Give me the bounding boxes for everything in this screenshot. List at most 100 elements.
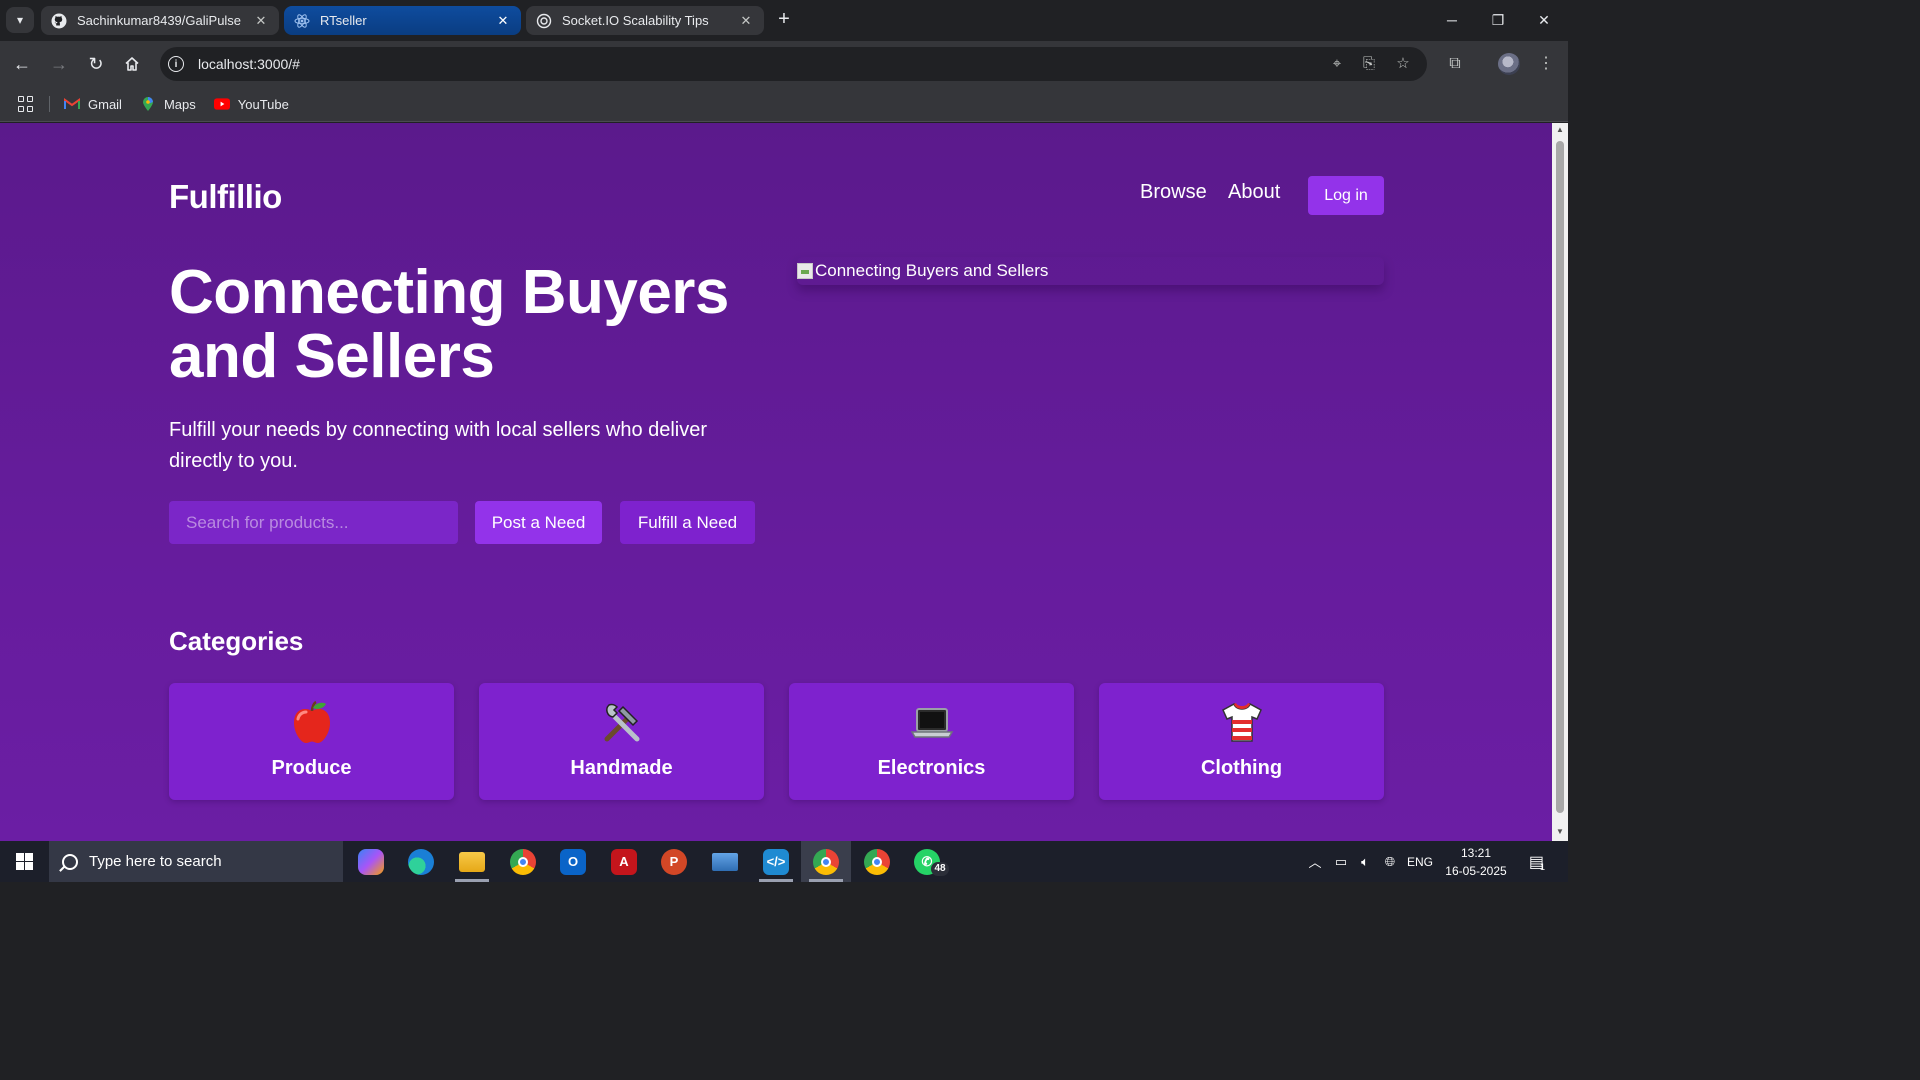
taskbar-powerpoint[interactable]: P xyxy=(649,841,699,882)
notification-center[interactable]: ▤ 1 xyxy=(1520,841,1554,882)
chevron-down-icon: ▾ xyxy=(16,13,24,27)
home-button[interactable] xyxy=(118,50,146,78)
github-icon xyxy=(51,13,67,29)
minimize-button[interactable]: ─ xyxy=(1429,0,1475,40)
forward-button[interactable]: → xyxy=(45,50,73,78)
start-button[interactable] xyxy=(0,841,48,882)
clock-time: 13:21 xyxy=(1460,846,1492,860)
chrome-icon xyxy=(510,848,536,875)
close-icon[interactable]: ✕ xyxy=(495,13,511,29)
react-icon xyxy=(294,13,310,29)
hero-image-alt-text: Connecting Buyers and Sellers xyxy=(815,261,1049,280)
vscode-icon: </> xyxy=(763,848,789,875)
tab-search-button[interactable]: ▾ xyxy=(6,7,34,33)
url-input[interactable] xyxy=(198,56,1098,72)
site-logo[interactable]: Fulfillio xyxy=(169,178,282,216)
nav-browse-link[interactable]: Browse xyxy=(1140,181,1207,204)
extensions-button[interactable]: ⧉ xyxy=(1443,52,1467,76)
new-tab-button[interactable]: + xyxy=(772,8,796,32)
gmail-icon xyxy=(64,97,80,111)
taskbar-copilot[interactable] xyxy=(346,841,396,882)
site-info-icon[interactable]: i xyxy=(168,56,184,72)
apple-icon xyxy=(169,699,454,756)
volume-icon[interactable]: 🔈︎ xyxy=(1353,841,1377,882)
login-button[interactable]: Log in xyxy=(1308,176,1384,215)
apps-grid-icon[interactable] xyxy=(18,96,34,112)
taskbar-chrome-profile[interactable] xyxy=(852,841,902,882)
product-search-input[interactable] xyxy=(169,501,458,544)
tab-github[interactable]: Sachinkumar8439/GaliPulse ✕ xyxy=(41,6,279,35)
taskbar-vscode[interactable]: </> xyxy=(751,841,801,882)
battery-icon[interactable]: ▭ xyxy=(1329,841,1353,882)
install-app-icon[interactable]: ⎘ xyxy=(1360,55,1378,73)
category-card-handmade[interactable]: Handmade xyxy=(479,683,764,800)
bookmark-gmail[interactable]: Gmail xyxy=(64,97,122,112)
bookmarks-divider xyxy=(49,96,50,112)
category-label: Produce xyxy=(271,757,352,779)
taskbar-remote-desktop[interactable] xyxy=(700,841,750,882)
taskbar-outlook[interactable]: O xyxy=(548,841,598,882)
category-label: Handmade xyxy=(570,757,673,779)
arrow-right-icon: → xyxy=(50,53,68,74)
notification-count: 1 xyxy=(1540,861,1546,872)
back-button[interactable]: ← xyxy=(8,50,36,78)
taskbar-file-explorer[interactable] xyxy=(447,841,497,882)
page-viewport: Fulfillio Browse About Log in Connecting… xyxy=(0,123,1552,841)
page-scrollbar[interactable]: ▲ ▼ xyxy=(1552,123,1568,841)
fulfill-need-button[interactable]: Fulfill a Need xyxy=(620,501,755,544)
scrollbar-thumb[interactable] xyxy=(1556,141,1564,813)
globe-icon[interactable]: 🌐︎ xyxy=(1378,841,1402,882)
tab-socketio[interactable]: Socket.IO Scalability Tips ✕ xyxy=(526,6,764,35)
browser-tab-strip: ▾ Sachinkumar8439/GaliPulse ✕ RTseller ✕… xyxy=(0,0,1568,41)
bookmark-youtube[interactable]: YouTube xyxy=(213,97,289,112)
browser-toolbar: ← → ↻ i ⌖ ⎘ ☆ ⧉ ⋮ xyxy=(0,41,1568,87)
restore-icon: ❐ xyxy=(1491,11,1505,28)
close-icon[interactable]: ✕ xyxy=(253,13,269,29)
taskbar-edge[interactable] xyxy=(396,841,446,882)
copilot-icon xyxy=(358,848,384,875)
close-icon[interactable]: ✕ xyxy=(738,13,754,29)
hero-image: Connecting Buyers and Sellers xyxy=(797,257,1384,285)
taskbar-whatsapp[interactable]: ✆ 48 xyxy=(902,841,952,882)
home-icon xyxy=(125,57,139,71)
tshirt-icon xyxy=(1099,699,1384,756)
category-label: Electronics xyxy=(877,757,986,779)
minimize-icon: ─ xyxy=(1447,12,1457,28)
windows-taskbar: Type here to search O A P </> ✆ 48 ︿ ▭ 🔈… xyxy=(0,841,1568,882)
restore-button[interactable]: ❐ xyxy=(1475,0,1521,40)
taskbar-chrome[interactable] xyxy=(498,841,548,882)
scroll-down-icon[interactable]: ▼ xyxy=(1555,827,1565,837)
category-card-clothing[interactable]: Clothing xyxy=(1099,683,1384,800)
address-bar[interactable]: i ⌖ ⎘ ☆ xyxy=(160,47,1427,81)
category-card-produce[interactable]: Produce xyxy=(169,683,454,800)
plus-icon: + xyxy=(778,8,790,30)
bookmark-maps[interactable]: Maps xyxy=(140,97,196,112)
taskbar-search[interactable]: Type here to search xyxy=(49,841,343,882)
reload-icon: ↻ xyxy=(88,53,104,74)
close-window-button[interactable]: ✕ xyxy=(1521,0,1567,40)
taskbar-acrobat[interactable]: A xyxy=(599,841,649,882)
menu-button[interactable]: ⋮ xyxy=(1534,52,1558,76)
taskbar-chrome-active[interactable] xyxy=(801,841,851,882)
category-card-electronics[interactable]: Electronics xyxy=(789,683,1074,800)
nav-about-link[interactable]: About xyxy=(1228,181,1280,204)
edge-icon xyxy=(408,848,434,875)
post-need-button[interactable]: Post a Need xyxy=(475,501,602,544)
tab-label: Sachinkumar8439/GaliPulse xyxy=(77,13,242,28)
tab-rtseller[interactable]: RTseller ✕ xyxy=(284,6,521,35)
bookmark-star-icon[interactable]: ☆ xyxy=(1394,55,1412,73)
show-hidden-icons[interactable]: ︿ xyxy=(1303,841,1327,882)
scroll-up-icon[interactable]: ▲ xyxy=(1555,125,1565,135)
profile-avatar[interactable] xyxy=(1498,53,1520,75)
bookmark-label: Gmail xyxy=(88,96,122,112)
taskbar-search-placeholder: Type here to search xyxy=(89,853,222,870)
location-pin-icon[interactable]: ⌖ xyxy=(1328,55,1346,73)
outlook-icon: O xyxy=(560,848,586,875)
hammer-and-wrench-icon xyxy=(479,699,764,756)
reload-button[interactable]: ↻ xyxy=(82,50,110,78)
language-indicator[interactable]: ENG xyxy=(1404,841,1436,882)
maps-icon xyxy=(140,97,156,111)
chrome-icon xyxy=(813,848,839,875)
laptop-icon xyxy=(789,699,1074,756)
system-clock[interactable]: 13:21 16-05-2025 xyxy=(1440,844,1512,880)
